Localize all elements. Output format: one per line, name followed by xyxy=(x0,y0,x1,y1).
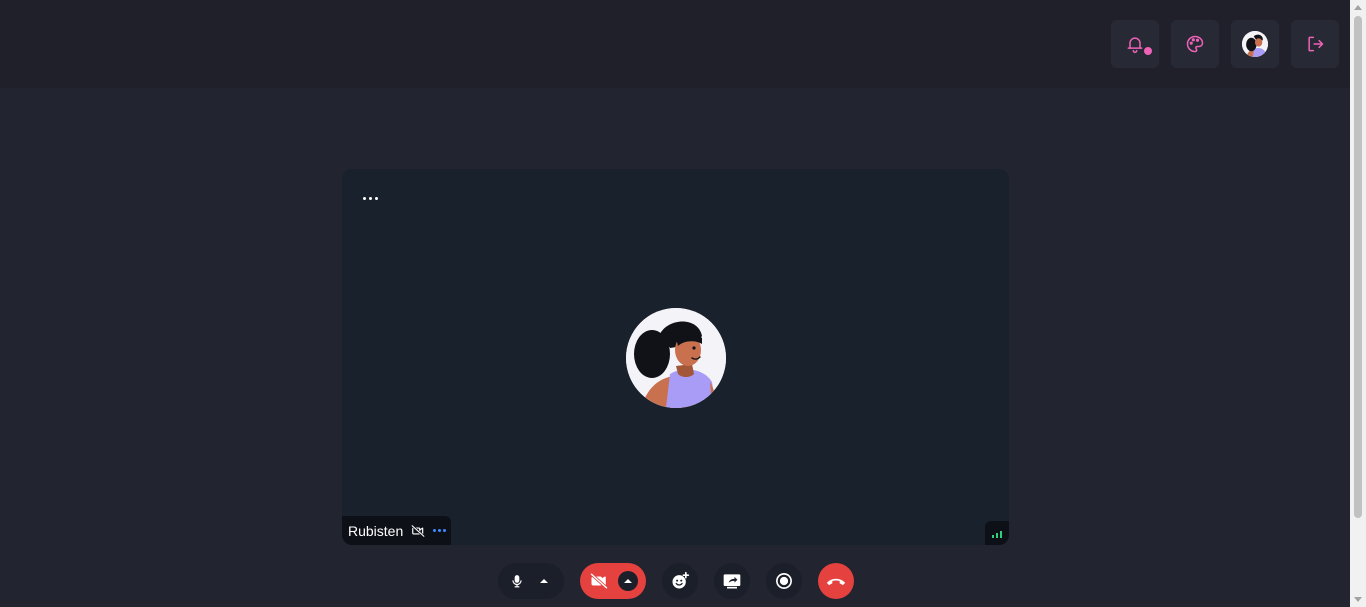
participant-tile: Rubisten xyxy=(342,169,1009,545)
video-off-icon xyxy=(590,572,608,590)
camera-off-icon xyxy=(411,524,426,538)
call-controls xyxy=(0,563,1350,599)
palette-icon xyxy=(1186,35,1204,53)
logout-icon xyxy=(1308,36,1324,52)
participant-name-tag: Rubisten xyxy=(342,516,451,545)
emoji-add-icon xyxy=(672,571,690,589)
record-icon xyxy=(776,573,792,589)
mic-options-caret-icon[interactable] xyxy=(540,578,548,584)
notifications-button[interactable] xyxy=(1111,20,1159,68)
hang-up-icon xyxy=(826,578,846,586)
top-bar xyxy=(0,0,1350,88)
tile-options-button[interactable] xyxy=(360,191,380,205)
microphone-control[interactable] xyxy=(498,563,564,599)
page-scrollbar[interactable] xyxy=(1350,0,1366,607)
connection-signal-icon xyxy=(985,521,1009,545)
record-button[interactable] xyxy=(766,563,802,599)
scroll-thumb[interactable] xyxy=(1354,16,1362,518)
camera-control[interactable] xyxy=(580,563,646,599)
participant-avatar xyxy=(626,308,726,408)
participant-more-button[interactable] xyxy=(433,529,447,532)
leave-call-button[interactable] xyxy=(818,563,854,599)
camera-options-caret-icon[interactable] xyxy=(618,571,638,591)
scroll-down-arrow-icon[interactable] xyxy=(1354,597,1362,602)
microphone-icon xyxy=(512,575,522,588)
screen-share-icon xyxy=(723,574,741,589)
notification-dot xyxy=(1144,47,1152,55)
bell-icon xyxy=(1127,37,1143,54)
participant-name: Rubisten xyxy=(348,522,404,539)
logout-button[interactable] xyxy=(1291,20,1339,68)
screen-share-button[interactable] xyxy=(714,563,750,599)
profile-button[interactable] xyxy=(1231,20,1279,68)
scroll-up-arrow-icon[interactable] xyxy=(1354,5,1362,10)
theme-button[interactable] xyxy=(1171,20,1219,68)
user-avatar-icon xyxy=(1242,31,1268,57)
reactions-button[interactable] xyxy=(662,563,698,599)
